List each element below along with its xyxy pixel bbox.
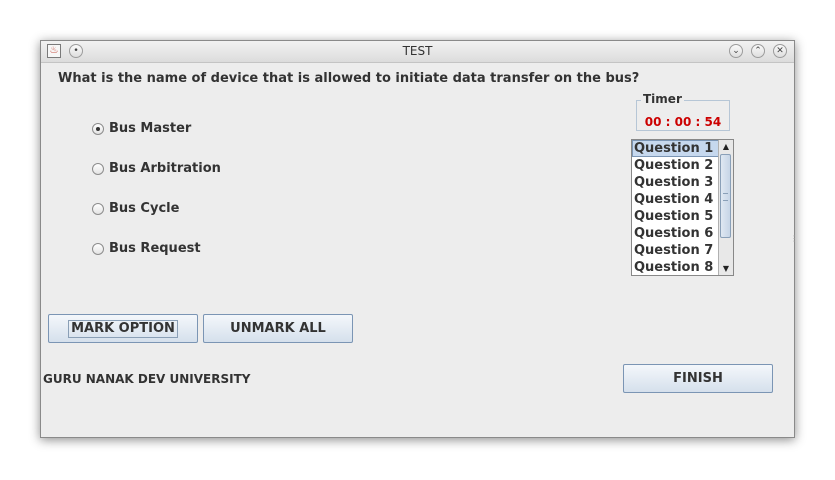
unmark-all-button[interactable]: UNMARK ALL — [203, 314, 353, 343]
question-list[interactable]: Question 1 Question 2 Question 3 Question 4… — [631, 139, 734, 276]
question-list-item[interactable]: Question 1 — [632, 140, 719, 157]
question-list-item[interactable]: Question 7 — [632, 242, 719, 259]
question-list-scrollbar[interactable]: ▲ ▼ — [718, 140, 733, 275]
maximize-icon[interactable]: ⌃ — [751, 44, 765, 58]
timer-value: 00 : 00 : 54 — [644, 115, 722, 129]
option-label: Bus Cycle — [109, 201, 180, 216]
finish-button[interactable]: FINISH — [623, 364, 773, 393]
question-list-item[interactable]: Question 5 — [632, 208, 719, 225]
question-list-item[interactable]: Question 3 — [632, 174, 719, 191]
question-list-items: Question 1 Question 2 Question 3 Question 4… — [632, 140, 719, 275]
scroll-down-arrow-icon[interactable]: ▼ — [719, 262, 733, 275]
option-radio[interactable] — [92, 123, 104, 135]
option-label: Bus Master — [109, 121, 192, 136]
option-label: Bus Arbitration — [109, 161, 221, 176]
university-name: GURU NANAK DEV UNIVERSITY — [43, 372, 251, 386]
timer-title: Timer — [641, 92, 684, 106]
title-bar[interactable]: ♨ • TEST ⌄ ⌃ ✕ — [41, 41, 794, 63]
question-text: What is the name of device that is allow… — [58, 71, 640, 86]
scroll-thumb[interactable] — [720, 154, 731, 238]
test-window: ♨ • TEST ⌄ ⌃ ✕ What is the name of devic… — [40, 40, 798, 438]
mark-option-label: MARK OPTION — [68, 320, 178, 338]
window-title: TEST — [402, 44, 433, 58]
resize-grip-icon[interactable]: ⋮ — [790, 234, 798, 243]
minimize-icon[interactable]: ⌄ — [729, 44, 743, 58]
question-list-item[interactable]: Question 6 — [632, 225, 719, 242]
question-list-item[interactable]: Question 2 — [632, 157, 719, 174]
option-radio[interactable] — [92, 243, 104, 255]
close-icon[interactable]: ✕ — [773, 44, 787, 58]
option-label: Bus Request — [109, 241, 201, 256]
scroll-up-arrow-icon[interactable]: ▲ — [719, 140, 733, 153]
timer-panel: Timer 00 : 00 : 54 — [636, 92, 730, 131]
mark-option-button[interactable]: MARK OPTION — [48, 314, 198, 343]
option-radio[interactable] — [92, 163, 104, 175]
question-list-item[interactable]: Question 4 — [632, 191, 719, 208]
question-list-item[interactable]: Question 8 — [632, 259, 719, 275]
option-radio[interactable] — [92, 203, 104, 215]
